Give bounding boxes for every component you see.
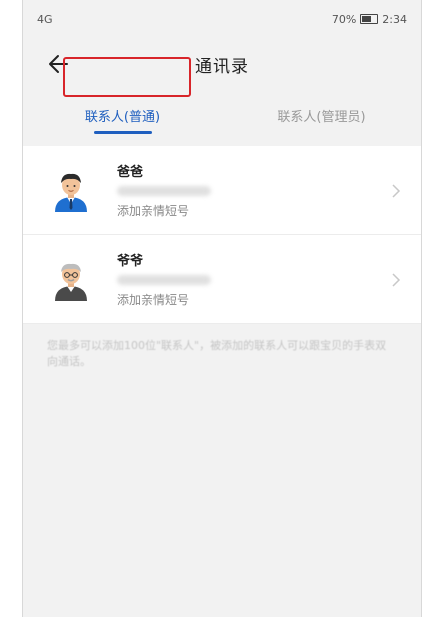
contact-phone-blurred bbox=[117, 275, 211, 285]
battery-percent: 70% bbox=[331, 12, 357, 26]
tab-label: 联系人(管理员) bbox=[277, 109, 366, 125]
contact-info: 爸爸 添加亲情短号 bbox=[117, 161, 211, 219]
active-tab-underline bbox=[93, 130, 152, 134]
contact-name: 爸爸 bbox=[117, 165, 144, 180]
page-title: 通讯录 bbox=[195, 56, 249, 77]
avatar-man-icon bbox=[55, 173, 87, 212]
tab-bar: 联系人(普通) 联系人(管理员) bbox=[23, 90, 421, 140]
add-short-number-link[interactable]: 添加亲情短号 bbox=[117, 291, 211, 308]
highlight-annotation-box bbox=[63, 57, 191, 97]
contact-list: 爸爸 添加亲情短号 爷爷 添加亲情短号 bbox=[23, 146, 421, 324]
status-bar: 4G 70% 2:34 bbox=[23, 0, 421, 38]
contact-phone-blurred bbox=[117, 186, 211, 196]
add-short-number-link[interactable]: 添加亲情短号 bbox=[117, 202, 211, 219]
clock: 2:34 bbox=[382, 12, 407, 26]
contact-row-dad[interactable]: 爸爸 添加亲情短号 bbox=[23, 146, 421, 235]
chevron-right-icon bbox=[392, 184, 401, 198]
tab-contacts-admin[interactable]: 联系人(管理员) bbox=[222, 106, 421, 125]
battery-icon bbox=[360, 14, 379, 24]
contact-info: 爷爷 添加亲情短号 bbox=[117, 250, 211, 308]
contact-name: 爷爷 bbox=[117, 254, 144, 269]
status-right: 70% 2:34 bbox=[332, 13, 407, 26]
avatar-grandpa-icon bbox=[55, 263, 87, 301]
chevron-right-icon bbox=[392, 273, 401, 287]
signal-indicator: 4G bbox=[37, 12, 53, 26]
phone-screen: 4G 70% 2:34 通讯录 联系人(普通) 联系人(管理员) 爸爸 添加亲情… bbox=[22, 0, 422, 617]
contact-row-grandpa[interactable]: 爷爷 添加亲情短号 bbox=[23, 235, 421, 324]
footer-note: 您最多可以添加100位"联系人"，被添加的联系人可以跟宝贝的手表双向通话。 bbox=[47, 339, 387, 368]
tab-label: 联系人(普通) bbox=[84, 109, 161, 125]
tab-contacts-normal[interactable]: 联系人(普通) bbox=[23, 106, 222, 134]
